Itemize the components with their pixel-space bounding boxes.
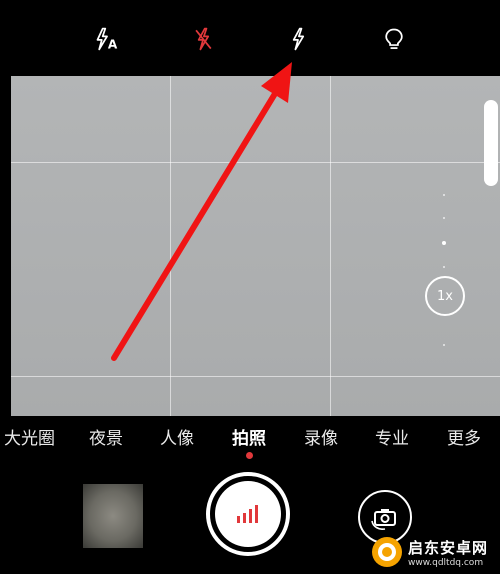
mode-pro[interactable]: 专业 xyxy=(375,424,409,449)
mode-video[interactable]: 录像 xyxy=(304,424,338,449)
zoom-tick xyxy=(442,241,446,245)
mode-photo[interactable]: 拍照 xyxy=(232,424,266,449)
shutter-inner xyxy=(215,481,281,547)
camera-mode-selector: 大光圈 夜景 人像 拍照 录像 专业 更多 xyxy=(0,416,500,456)
flash-off-icon xyxy=(195,27,212,51)
shutter-button[interactable] xyxy=(206,472,290,556)
zoom-tick xyxy=(443,194,445,196)
grid-line-horizontal xyxy=(11,162,500,163)
flash-auto-label: A xyxy=(108,38,118,52)
flash-on-button[interactable] xyxy=(283,24,313,54)
grid-line-vertical xyxy=(330,76,331,416)
grid-line-horizontal xyxy=(11,376,500,377)
mode-portrait[interactable]: 人像 xyxy=(160,424,194,449)
flash-auto-button[interactable]: A xyxy=(92,24,122,54)
zoom-slider[interactable] xyxy=(442,194,446,349)
mode-aperture[interactable]: 大光圈 xyxy=(4,424,55,449)
switch-camera-icon xyxy=(371,509,396,530)
zoom-tick xyxy=(443,217,445,219)
mode-more[interactable]: 更多 xyxy=(447,424,481,449)
zoom-level-label: 1x xyxy=(437,288,453,304)
torch-button[interactable] xyxy=(379,24,409,54)
watermark-title: 启东安卓网 xyxy=(408,538,489,557)
camera-viewfinder[interactable]: 1x xyxy=(11,76,500,416)
gallery-thumbnail[interactable] xyxy=(83,484,143,548)
zoom-tick xyxy=(443,266,445,268)
watermark-logo-icon xyxy=(372,537,402,567)
flash-on-icon xyxy=(292,27,305,51)
zoom-level-button[interactable]: 1x xyxy=(425,276,465,316)
flash-auto-icon: A xyxy=(96,27,118,52)
active-mode-indicator xyxy=(246,452,253,459)
grid-line-vertical xyxy=(170,76,171,416)
watermark: 启东安卓网 www.qdltdq.com xyxy=(370,530,500,574)
flash-off-button[interactable] xyxy=(188,24,218,54)
zoom-tick xyxy=(443,344,445,346)
mode-night[interactable]: 夜景 xyxy=(89,424,123,449)
flash-mode-bar: A xyxy=(0,0,500,76)
side-drag-handle[interactable] xyxy=(484,100,498,186)
watermark-url: www.qdltdq.com xyxy=(408,557,484,568)
bulb-icon xyxy=(385,28,403,49)
voice-shutter-icon xyxy=(237,505,258,523)
